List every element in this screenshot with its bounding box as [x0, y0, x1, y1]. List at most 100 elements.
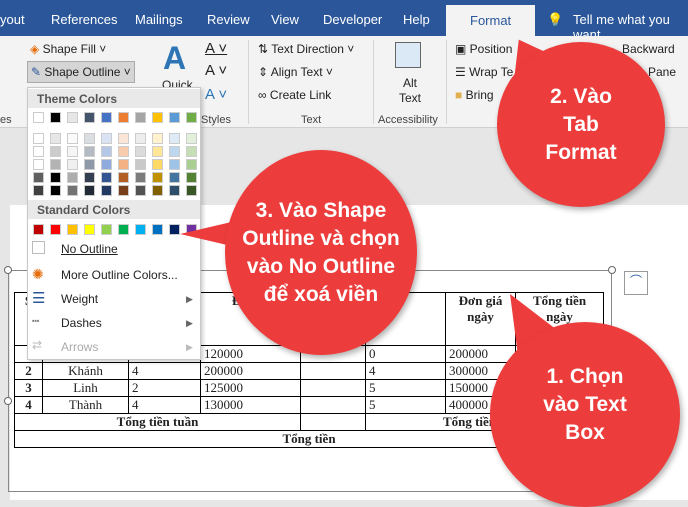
layout-options-icon[interactable]: ⌒ — [624, 271, 648, 295]
tab-references[interactable]: References — [51, 12, 117, 27]
more-outline-colors-item[interactable]: More Outline Colors... — [61, 268, 178, 282]
color-swatch[interactable] — [118, 159, 129, 170]
shape-outline-button[interactable]: ✎ Shape Outline ˅ — [27, 61, 135, 83]
color-swatch[interactable] — [101, 112, 112, 123]
color-swatch[interactable] — [84, 172, 95, 183]
color-swatch[interactable] — [50, 172, 61, 183]
color-swatch[interactable] — [152, 159, 163, 170]
color-swatch[interactable] — [84, 159, 95, 170]
color-swatch[interactable] — [50, 224, 61, 235]
color-swatch[interactable] — [135, 146, 146, 157]
color-swatch[interactable] — [67, 185, 78, 196]
color-swatch[interactable] — [67, 172, 78, 183]
color-swatch[interactable] — [152, 112, 163, 123]
color-swatch[interactable] — [101, 133, 112, 144]
color-swatch[interactable] — [118, 133, 129, 144]
color-swatch[interactable] — [152, 224, 163, 235]
color-swatch[interactable] — [33, 112, 44, 123]
color-swatch[interactable] — [186, 159, 197, 170]
dashes-item[interactable]: Dashes — [61, 316, 102, 330]
alt-text-button[interactable]: Alt Text — [398, 76, 422, 106]
selection-pane-button[interactable]: Pane — [648, 65, 676, 79]
tab-mailings[interactable]: Mailings — [135, 12, 183, 27]
color-swatch[interactable] — [186, 146, 197, 157]
tab-review[interactable]: Review — [207, 12, 250, 27]
color-swatch[interactable] — [118, 185, 129, 196]
color-swatch[interactable] — [118, 112, 129, 123]
color-swatch[interactable] — [67, 159, 78, 170]
color-swatch[interactable] — [118, 172, 129, 183]
color-swatch[interactable] — [101, 146, 112, 157]
color-swatch[interactable] — [152, 133, 163, 144]
color-swatch[interactable] — [135, 112, 146, 123]
text-fill-icon[interactable]: A ˅ — [205, 40, 227, 57]
color-swatch[interactable] — [67, 133, 78, 144]
color-swatch[interactable] — [152, 185, 163, 196]
color-swatch[interactable] — [118, 224, 129, 235]
color-swatch[interactable] — [169, 159, 180, 170]
shape-fill-button[interactable]: ◈ Shape Fill ˅ — [30, 42, 106, 56]
align-text-button[interactable]: ⇕ Align Text ˅ — [258, 65, 333, 79]
color-swatch[interactable] — [169, 146, 180, 157]
send-backward-button[interactable]: Backward — [622, 42, 675, 56]
resize-handle[interactable] — [608, 266, 616, 274]
color-swatch[interactable] — [186, 112, 197, 123]
tab-help[interactable]: Help — [403, 12, 430, 27]
color-swatch[interactable] — [84, 185, 95, 196]
color-swatch[interactable] — [101, 185, 112, 196]
tab-format[interactable]: Format — [446, 5, 536, 36]
color-swatch[interactable] — [67, 146, 78, 157]
color-swatch[interactable] — [67, 224, 78, 235]
color-swatch[interactable] — [152, 146, 163, 157]
color-swatch[interactable] — [135, 159, 146, 170]
color-swatch[interactable] — [169, 224, 180, 235]
resize-handle[interactable] — [4, 397, 12, 405]
color-swatch[interactable] — [84, 112, 95, 123]
color-swatch[interactable] — [33, 172, 44, 183]
weight-item[interactable]: Weight — [61, 292, 98, 306]
color-swatch[interactable] — [135, 224, 146, 235]
tab-view[interactable]: View — [271, 12, 299, 27]
color-swatch[interactable] — [33, 146, 44, 157]
color-swatch[interactable] — [50, 185, 61, 196]
color-swatch[interactable] — [101, 224, 112, 235]
color-swatch[interactable] — [33, 159, 44, 170]
color-swatch[interactable] — [50, 159, 61, 170]
color-swatch[interactable] — [50, 112, 61, 123]
color-swatch[interactable] — [135, 172, 146, 183]
no-outline-item[interactable]: No Outline — [61, 242, 118, 256]
color-swatch[interactable] — [101, 159, 112, 170]
tab-layout[interactable]: yout — [0, 12, 25, 27]
color-swatch[interactable] — [169, 133, 180, 144]
color-swatch[interactable] — [67, 112, 78, 123]
resize-handle[interactable] — [4, 266, 12, 274]
color-swatch[interactable] — [84, 146, 95, 157]
color-swatch[interactable] — [33, 224, 44, 235]
text-effects-icon[interactable]: A ˅ — [205, 86, 227, 103]
color-swatch[interactable] — [186, 172, 197, 183]
color-swatch[interactable] — [169, 185, 180, 196]
alt-text-icon[interactable] — [395, 42, 421, 68]
text-outline-icon[interactable]: A ˅ — [205, 62, 227, 79]
color-swatch[interactable] — [101, 172, 112, 183]
color-swatch[interactable] — [50, 146, 61, 157]
color-swatch[interactable] — [169, 172, 180, 183]
color-swatch[interactable] — [135, 185, 146, 196]
tab-developer[interactable]: Developer — [323, 12, 382, 27]
color-swatch[interactable] — [84, 133, 95, 144]
color-swatch[interactable] — [169, 112, 180, 123]
text-direction-button[interactable]: ⇅ Text Direction ˅ — [258, 42, 354, 56]
color-swatch[interactable] — [33, 185, 44, 196]
color-swatch[interactable] — [118, 146, 129, 157]
quick-styles-icon[interactable]: A — [163, 40, 186, 77]
color-swatch[interactable] — [186, 133, 197, 144]
create-link-button[interactable]: ∞ Create Link — [258, 88, 331, 102]
color-swatch[interactable] — [152, 172, 163, 183]
color-swatch[interactable] — [135, 133, 146, 144]
color-swatch[interactable] — [186, 185, 197, 196]
color-swatch[interactable] — [33, 133, 44, 144]
color-swatch[interactable] — [84, 224, 95, 235]
wrap-text-button[interactable]: ☰ Wrap Te — [455, 65, 513, 79]
bring-forward-button[interactable]: ■ Bring — [455, 88, 494, 102]
color-swatch[interactable] — [50, 133, 61, 144]
